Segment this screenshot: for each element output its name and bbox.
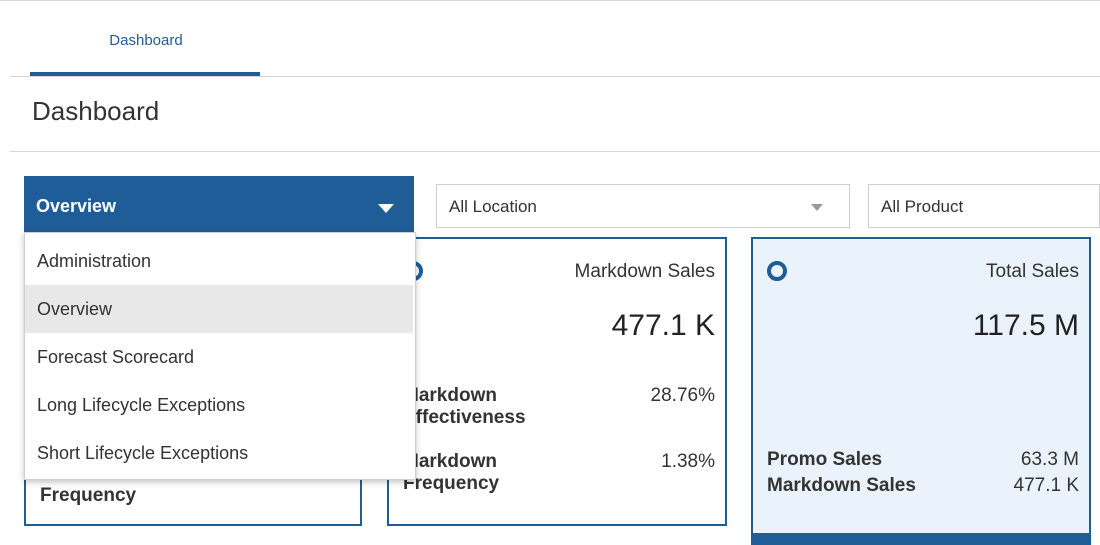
markdown-frequency-metric: Markdown Frequency 1.38% xyxy=(403,451,715,495)
markdown-sales-card[interactable]: Markdown Sales 477.1 K Markdown Effectiv… xyxy=(387,237,727,526)
markdown-sales-label: Markdown Sales xyxy=(767,475,916,496)
radio-ring-icon xyxy=(767,261,787,281)
markdown-frequency-value: 1.38% xyxy=(661,451,715,472)
active-tab-indicator xyxy=(30,72,260,76)
menu-item-label: Administration xyxy=(37,251,152,271)
markdown-sales-value: 477.1 K xyxy=(611,309,715,342)
frequency-label: Frequency xyxy=(40,485,137,506)
markdown-effectiveness-value: 28.76% xyxy=(650,385,715,406)
menu-item-short-lifecycle-exceptions[interactable]: Short Lifecycle Exceptions xyxy=(25,429,413,477)
menu-item-administration[interactable]: Administration xyxy=(25,237,413,285)
location-select[interactable]: All Location xyxy=(436,184,850,228)
total-sales-card[interactable]: Total Sales 117.5 M Promo Sales 63.3 M M… xyxy=(751,237,1091,545)
menu-item-label: Overview xyxy=(37,299,113,319)
menu-item-long-lifecycle-exceptions[interactable]: Long Lifecycle Exceptions xyxy=(25,381,413,429)
chevron-down-icon xyxy=(811,204,823,211)
menu-item-overview[interactable]: Overview xyxy=(25,285,413,333)
markdown-effectiveness-metric: Markdown Effectiveness 28.76% xyxy=(403,385,715,429)
menu-item-label: Long Lifecycle Exceptions xyxy=(37,395,246,415)
menu-item-label: Forecast Scorecard xyxy=(37,347,195,367)
selected-card-bar xyxy=(753,533,1089,543)
tab-dashboard-label: Dashboard xyxy=(109,32,183,49)
view-select[interactable]: Overview xyxy=(24,176,414,236)
frequency-metric: Frequency xyxy=(40,485,136,507)
tab-dashboard[interactable]: Dashboard xyxy=(32,32,260,76)
markdown-sales-metric: Markdown Sales 477.1 K xyxy=(767,475,1079,497)
markdown-sales-value-total: 477.1 K xyxy=(1013,475,1080,496)
tab-bar: Dashboard xyxy=(10,8,1100,77)
page-title: Dashboard xyxy=(32,96,160,126)
location-select-value: All Location xyxy=(449,197,537,216)
view-dropdown-menu: Administration Overview Forecast Scoreca… xyxy=(24,232,416,480)
product-select[interactable]: All Product xyxy=(868,184,1100,228)
promo-sales-label: Promo Sales xyxy=(767,449,883,470)
view-select-value: Overview xyxy=(36,196,117,216)
promo-sales-metric: Promo Sales 63.3 M xyxy=(767,449,1079,471)
total-sales-value: 117.5 M xyxy=(972,309,1079,342)
menu-item-label: Short Lifecycle Exceptions xyxy=(37,443,249,463)
product-select-value: All Product xyxy=(881,197,964,216)
menu-item-forecast-scorecard[interactable]: Forecast Scorecard xyxy=(25,333,413,381)
total-sales-title: Total Sales xyxy=(986,261,1079,282)
markdown-sales-title: Markdown Sales xyxy=(574,261,715,282)
promo-sales-value: 63.3 M xyxy=(1020,449,1079,470)
chevron-down-icon xyxy=(378,204,394,213)
title-divider xyxy=(10,151,1100,152)
